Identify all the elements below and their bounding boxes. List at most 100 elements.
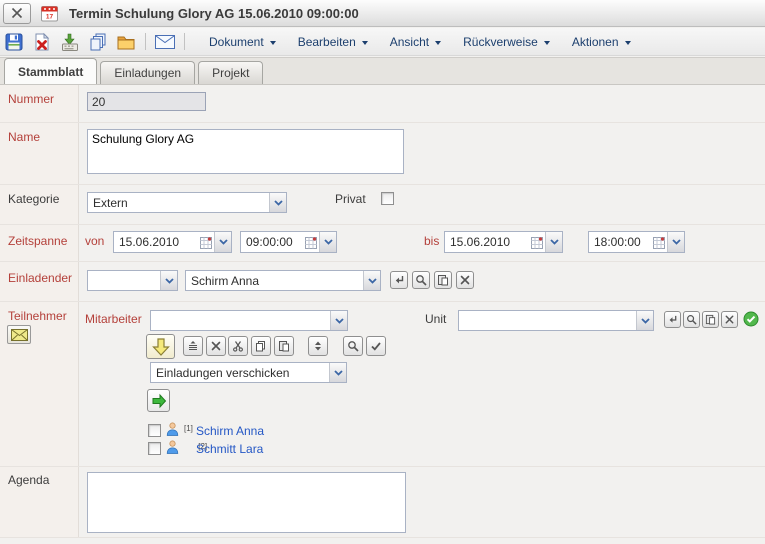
von-label: von: [85, 234, 104, 248]
save-icon: [4, 32, 24, 52]
paste-icon: [278, 340, 290, 352]
check-icon: [370, 340, 382, 352]
bis-time-select[interactable]: 18:00:00: [588, 231, 685, 253]
paste-participant-button[interactable]: [274, 336, 294, 356]
delete-button[interactable]: [28, 29, 56, 54]
bis-label: bis: [424, 234, 439, 248]
remove-participant-button[interactable]: [206, 336, 226, 356]
person-icon: [166, 440, 179, 457]
menu-dokument[interactable]: Dokument: [209, 35, 276, 49]
kategorie-select[interactable]: Extern: [87, 192, 287, 213]
clear-icon: [459, 274, 471, 286]
chevron-down-icon: [214, 232, 231, 252]
check-participant-button[interactable]: [366, 336, 386, 356]
delete-document-icon: [32, 32, 52, 52]
mitarbeiter-label: Mitarbeiter: [85, 312, 142, 326]
menu-rueckverweise[interactable]: Rückverweise: [463, 35, 550, 49]
einladender-goto-button[interactable]: [390, 271, 408, 289]
chevron-down-icon: [545, 232, 562, 252]
teilnehmer-label: Teilnehmer: [8, 309, 67, 323]
checkin-icon: [60, 32, 80, 52]
calendar-icon[interactable]: [531, 236, 545, 249]
chevron-down-icon: [329, 363, 346, 382]
person-icon: [166, 422, 179, 439]
folder-button[interactable]: [112, 29, 140, 54]
nummer-label: Nummer: [8, 92, 54, 106]
einladender-person-select[interactable]: Schirm Anna: [185, 270, 381, 291]
envelope-icon: [11, 329, 28, 341]
close-button[interactable]: [3, 3, 31, 24]
unit-clear-button[interactable]: [721, 311, 738, 328]
menu-bearbeiten[interactable]: Bearbeiten: [298, 35, 368, 49]
einladender-paste-button[interactable]: [434, 271, 452, 289]
accept-icon: [743, 311, 759, 327]
clear-icon: [210, 340, 222, 352]
tab-bar: Stammblatt Einladungen Projekt: [0, 57, 765, 85]
unit-label: Unit: [425, 312, 446, 326]
copy-button[interactable]: [84, 29, 112, 54]
unit-goto-button[interactable]: [664, 311, 681, 328]
einladender-search-button[interactable]: [412, 271, 430, 289]
participant-checkbox[interactable]: [148, 424, 161, 437]
einladender-typ-select[interactable]: [87, 270, 178, 291]
privat-label: Privat: [335, 192, 366, 206]
add-participant-button[interactable]: [146, 334, 175, 359]
svg-text:17: 17: [46, 13, 54, 20]
goto-icon: [667, 314, 678, 325]
cut-button[interactable]: [228, 336, 248, 356]
mail-icon: [155, 35, 175, 49]
chevron-down-icon: [667, 232, 684, 252]
mail-button[interactable]: [151, 29, 179, 54]
search-icon: [415, 274, 427, 286]
unit-select[interactable]: [458, 310, 654, 331]
tab-projekt[interactable]: Projekt: [198, 61, 263, 84]
menu-ansicht[interactable]: Ansicht: [390, 35, 441, 49]
invite-mail-button[interactable]: [7, 325, 31, 344]
search-participant-button[interactable]: [343, 336, 363, 356]
bis-date-select[interactable]: 15.06.2010: [444, 231, 563, 253]
chevron-down-icon: [362, 41, 368, 45]
unit-accept-button[interactable]: [743, 311, 759, 330]
von-time-select[interactable]: 09:00:00: [240, 231, 337, 253]
copy-participant-button[interactable]: [251, 336, 271, 356]
search-icon: [347, 340, 359, 352]
tab-stammblatt[interactable]: Stammblatt: [4, 58, 97, 84]
window-title: Termin Schulung Glory AG 15.06.2010 09:0…: [69, 6, 359, 21]
cut-icon: [232, 340, 244, 352]
save-button[interactable]: [0, 29, 28, 54]
name-textarea[interactable]: Schulung Glory AG: [87, 129, 404, 174]
einladender-clear-button[interactable]: [456, 271, 474, 289]
list-icon: [187, 340, 199, 352]
menu-aktionen[interactable]: Aktionen: [572, 35, 631, 49]
execute-action-button[interactable]: [147, 389, 170, 412]
name-label: Name: [8, 130, 40, 144]
chevron-down-icon: [269, 193, 286, 212]
clear-icon: [724, 314, 735, 325]
paste-icon: [705, 314, 716, 325]
unit-paste-button[interactable]: [702, 311, 719, 328]
mitarbeiter-select[interactable]: [150, 310, 348, 331]
participant-link[interactable]: Schirm Anna: [196, 424, 264, 438]
chevron-down-icon: [330, 311, 347, 330]
nummer-input[interactable]: [87, 92, 206, 111]
close-icon: [10, 6, 24, 20]
sort-button[interactable]: [308, 336, 328, 356]
privat-checkbox[interactable]: [381, 192, 394, 205]
agenda-textarea[interactable]: [87, 472, 406, 533]
calendar-icon[interactable]: [653, 236, 667, 249]
toolbar: Dokument Bearbeiten Ansicht Rückverweise…: [0, 28, 765, 56]
folder-icon: [116, 32, 136, 52]
participant-checkbox[interactable]: [148, 442, 161, 455]
calendar-icon[interactable]: [200, 236, 214, 249]
aktion-select[interactable]: Einladungen verschicken: [150, 362, 347, 383]
unit-search-button[interactable]: [683, 311, 700, 328]
kategorie-label: Kategorie: [8, 192, 59, 206]
von-date-select[interactable]: 15.06.2010: [113, 231, 232, 253]
tab-einladungen[interactable]: Einladungen: [100, 61, 195, 84]
participant-link[interactable]: Schmitt Lara: [196, 442, 263, 456]
copy-icon: [88, 32, 108, 52]
chevron-down-icon: [270, 41, 276, 45]
checkin-button[interactable]: [56, 29, 84, 54]
list-select-button[interactable]: [183, 336, 203, 356]
calendar-icon[interactable]: [305, 236, 319, 249]
